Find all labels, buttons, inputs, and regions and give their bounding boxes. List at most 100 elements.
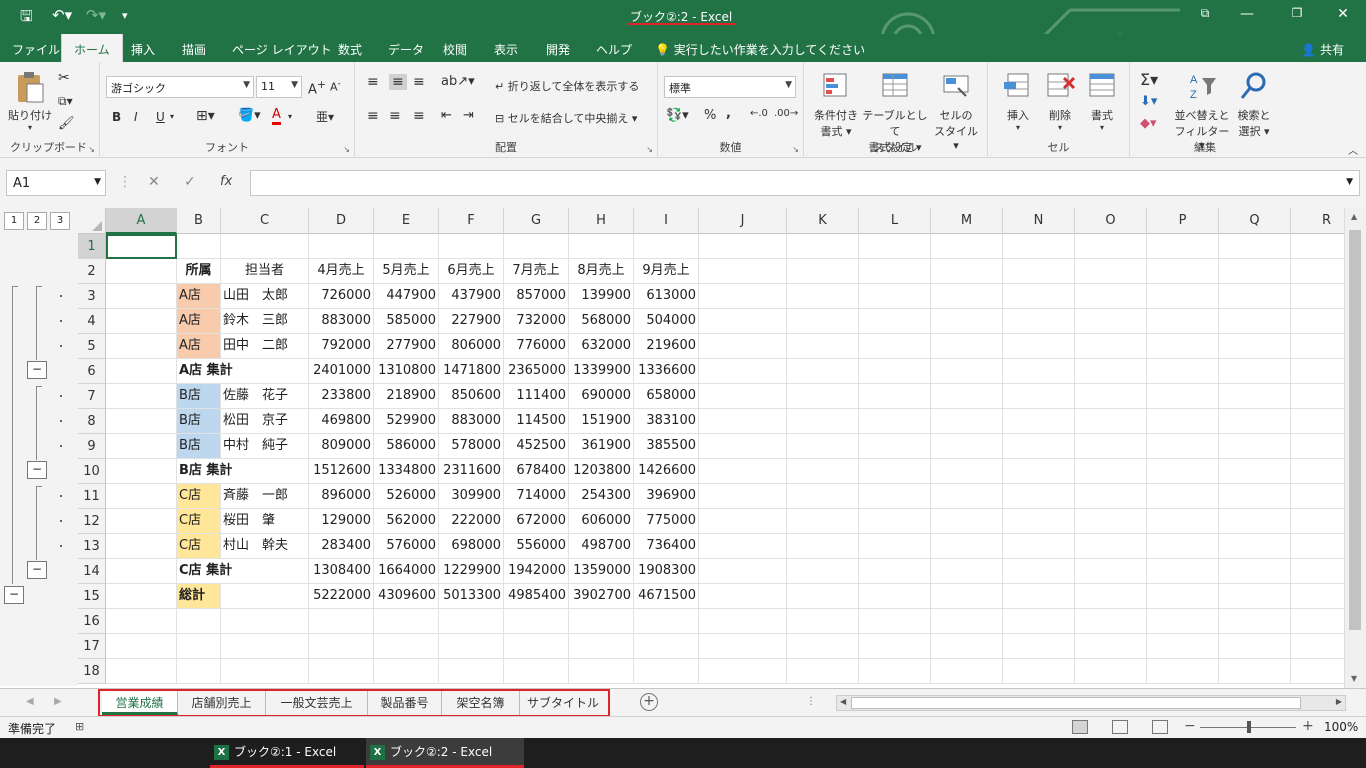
format-cells-button[interactable]: 書式 ▾ [1082, 70, 1122, 132]
cell-m13[interactable] [931, 534, 1003, 559]
sales-value-cell[interactable]: 556000 [504, 534, 569, 559]
cell-o12[interactable] [1075, 509, 1147, 534]
align-left-icon[interactable]: ≡ [367, 108, 379, 124]
cell-r13[interactable] [1291, 534, 1344, 559]
normal-view-button[interactable] [1072, 720, 1088, 734]
cell-r3[interactable] [1291, 284, 1344, 309]
cell-r16[interactable] [1291, 609, 1344, 634]
sales-value-cell[interactable]: 678400 [504, 459, 569, 484]
cell-e1[interactable] [374, 234, 439, 259]
italic-button[interactable]: I [134, 110, 138, 124]
cell-o18[interactable] [1075, 659, 1147, 684]
dept-cell[interactable]: A店 [177, 334, 221, 359]
person-cell[interactable]: 山田 太郎 [221, 284, 309, 309]
cell-c1[interactable] [221, 234, 309, 259]
cell-q8[interactable] [1219, 409, 1291, 434]
sales-value-cell[interactable]: 5222000 [309, 584, 374, 609]
cell-a10[interactable] [106, 459, 177, 484]
add-sheet-button[interactable]: + [640, 693, 658, 711]
cell-l11[interactable] [859, 484, 931, 509]
undo-icon[interactable]: ↶▾ [52, 6, 72, 24]
row-header-14[interactable]: 14 [78, 559, 106, 584]
cell-o1[interactable] [1075, 234, 1147, 259]
ribbon-display-icon[interactable]: ⧉ [1190, 6, 1220, 21]
tab-view[interactable]: 表示 [494, 41, 518, 58]
cell-r1[interactable] [1291, 234, 1344, 259]
cell-j3[interactable] [699, 284, 787, 309]
person-cell[interactable]: 桜田 肇 [221, 509, 309, 534]
font-name-combo[interactable]: 游ゴシック ▼ [106, 76, 254, 98]
cell-f16[interactable] [439, 609, 504, 634]
sales-value-cell[interactable]: 139900 [569, 284, 634, 309]
cell-r7[interactable] [1291, 384, 1344, 409]
cell-r17[interactable] [1291, 634, 1344, 659]
align-top-icon[interactable]: ≡ [367, 74, 379, 90]
sales-value-cell[interactable]: 3902700 [569, 584, 634, 609]
cell-n18[interactable] [1003, 659, 1075, 684]
cell-l1[interactable] [859, 234, 931, 259]
cell-c17[interactable] [221, 634, 309, 659]
cell-n9[interactable] [1003, 434, 1075, 459]
table-header-cell[interactable]: 所属 [177, 259, 221, 284]
column-header-l[interactable]: L [859, 208, 931, 234]
paste-button[interactable]: 貼り付け ▾ [8, 70, 52, 132]
cell-p13[interactable] [1147, 534, 1219, 559]
sales-value-cell[interactable]: 151900 [569, 409, 634, 434]
enter-icon[interactable]: ✓ [184, 174, 196, 190]
cell-o17[interactable] [1075, 634, 1147, 659]
cell-l4[interactable] [859, 309, 931, 334]
person-cell[interactable]: 村山 幹夫 [221, 534, 309, 559]
sales-value-cell[interactable]: 227900 [439, 309, 504, 334]
dept-cell[interactable]: B店 集計 [177, 459, 309, 484]
tab-insert[interactable]: 挿入 [131, 41, 155, 58]
sales-value-cell[interactable]: 1339900 [569, 359, 634, 384]
bold-button[interactable]: B [112, 110, 121, 124]
cell-n12[interactable] [1003, 509, 1075, 534]
cell-p6[interactable] [1147, 359, 1219, 384]
outline-collapse-c-button[interactable]: − [27, 561, 47, 579]
decrease-decimal-icon[interactable]: .00→ [774, 108, 798, 119]
percent-style-button[interactable]: % [704, 108, 716, 123]
sales-value-cell[interactable]: 361900 [569, 434, 634, 459]
cell-l17[interactable] [859, 634, 931, 659]
cell-m16[interactable] [931, 609, 1003, 634]
conditional-formatting-button[interactable]: 条件付き 書式 ▾ [810, 70, 862, 139]
cell-a13[interactable] [106, 534, 177, 559]
column-header-m[interactable]: M [931, 208, 1003, 234]
sales-value-cell[interactable]: 452500 [504, 434, 569, 459]
sales-value-cell[interactable]: 672000 [504, 509, 569, 534]
cell-m9[interactable] [931, 434, 1003, 459]
cell-f17[interactable] [439, 634, 504, 659]
cell-f1[interactable] [439, 234, 504, 259]
sales-value-cell[interactable]: 806000 [439, 334, 504, 359]
sales-value-cell[interactable]: 690000 [569, 384, 634, 409]
cell-m17[interactable] [931, 634, 1003, 659]
column-header-i[interactable]: I [634, 208, 699, 234]
select-all-button[interactable] [78, 208, 106, 234]
sales-value-cell[interactable]: 896000 [309, 484, 374, 509]
sales-value-cell[interactable]: 504000 [634, 309, 699, 334]
phonetic-icon[interactable]: 亜▾ [316, 108, 334, 125]
tab-formulas[interactable]: 数式 [338, 41, 362, 58]
row-header-11[interactable]: 11 [78, 484, 106, 509]
cell-k3[interactable] [787, 284, 859, 309]
find-select-button[interactable]: 検索と 選択 ▾ [1232, 70, 1276, 139]
cell-i16[interactable] [634, 609, 699, 634]
cell-i17[interactable] [634, 634, 699, 659]
cell-j1[interactable] [699, 234, 787, 259]
cell-q4[interactable] [1219, 309, 1291, 334]
grow-font-icon[interactable]: A+ [308, 78, 326, 97]
sales-value-cell[interactable]: 1334800 [374, 459, 439, 484]
cell-m15[interactable] [931, 584, 1003, 609]
vertical-scrollbar[interactable]: ▲ ▼ [1344, 208, 1366, 688]
tab-review[interactable]: 校閲 [443, 41, 467, 58]
increase-decimal-icon[interactable]: ←.0 [750, 108, 768, 119]
clipboard-launcher-icon[interactable]: ↘ [88, 145, 95, 154]
cell-n11[interactable] [1003, 484, 1075, 509]
sales-value-cell[interactable]: 254300 [569, 484, 634, 509]
scroll-down-icon[interactable]: ▼ [1351, 674, 1357, 683]
cell-k6[interactable] [787, 359, 859, 384]
row-header-8[interactable]: 8 [78, 409, 106, 434]
cell-a2[interactable] [106, 259, 177, 284]
row-header-7[interactable]: 7 [78, 384, 106, 409]
